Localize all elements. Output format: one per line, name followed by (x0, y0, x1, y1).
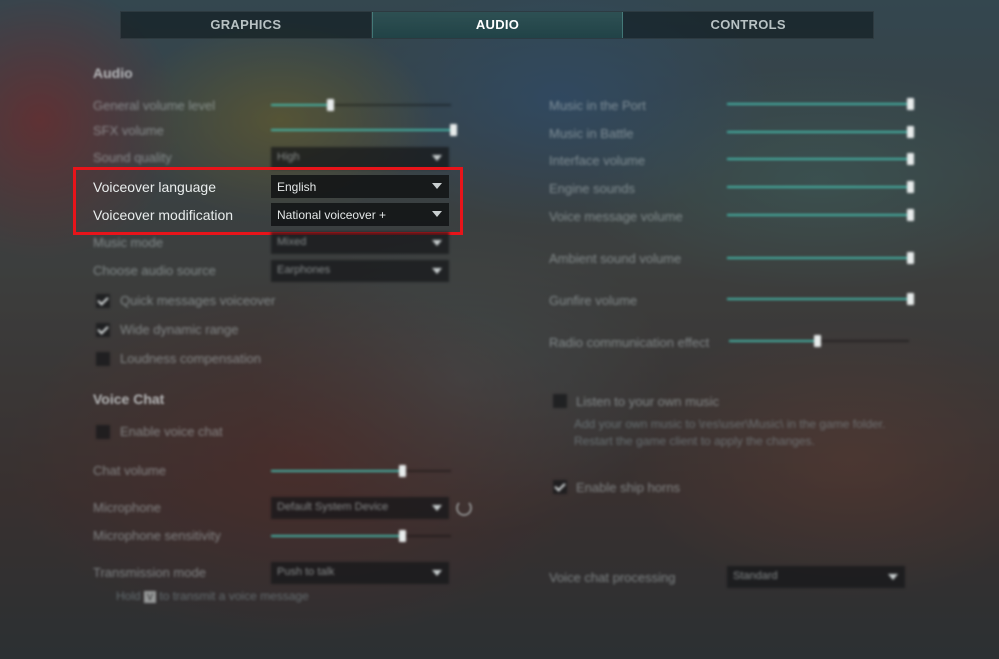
ambient-slider[interactable] (727, 252, 914, 264)
dropdown-value: Standard (733, 570, 778, 582)
quick-messages-label: Quick messages voiceover (120, 293, 276, 308)
mic-sensitivity-label: Microphone sensitivity (93, 528, 221, 543)
microphone-dropdown[interactable]: Default System Device (271, 497, 449, 519)
wide-dynamic-checkbox[interactable] (96, 323, 110, 337)
enable-voice-chat-checkbox[interactable] (96, 425, 110, 439)
own-music-label: Listen to your own music (576, 394, 720, 409)
hint-pre: Hold (116, 589, 141, 603)
wide-dynamic-label: Wide dynamic range (120, 322, 239, 337)
transmission-mode-dropdown[interactable]: Push to talk (271, 562, 449, 584)
voice-processing-label: Voice chat processing (549, 570, 676, 585)
gunfire-slider[interactable] (727, 293, 914, 305)
slider-handle[interactable] (450, 124, 457, 136)
slider-handle[interactable] (907, 153, 914, 165)
voice-message-slider[interactable] (727, 209, 914, 221)
voice-message-label: Voice message volume (549, 209, 683, 224)
music-battle-label: Music in Battle (549, 126, 634, 141)
radio-effect-slider[interactable] (729, 335, 909, 347)
own-music-checkbox[interactable] (553, 394, 567, 408)
slider-handle[interactable] (907, 98, 914, 110)
hint-post: to transmit a voice message (159, 589, 309, 603)
slider-handle[interactable] (907, 252, 914, 264)
gunfire-label: Gunfire volume (549, 293, 638, 308)
chevron-down-icon (888, 574, 898, 580)
slider-handle[interactable] (399, 530, 407, 542)
slider-handle[interactable] (399, 465, 407, 477)
dropdown-value: Push to talk (277, 566, 335, 578)
transmit-hint: Hold V to transmit a voice message (116, 588, 309, 605)
tab-audio[interactable]: AUDIO (371, 12, 624, 38)
engine-sounds-label: Engine sounds (549, 181, 636, 196)
music-mode-label: Music mode (93, 235, 164, 250)
ship-horns-label: Enable ship horns (576, 480, 681, 495)
dropdown-value: High (277, 151, 300, 163)
sfx-volume-slider[interactable] (271, 124, 457, 136)
interface-volume-slider[interactable] (727, 153, 914, 165)
slider-handle[interactable] (907, 293, 914, 305)
audio-source-label: Choose audio source (93, 263, 216, 278)
radio-effect-label: Radio communication effect (549, 335, 710, 350)
loudness-checkbox[interactable] (96, 352, 110, 366)
mic-sensitivity-slider[interactable] (271, 530, 451, 542)
key-v-icon: V (144, 590, 157, 603)
engine-sounds-slider[interactable] (727, 181, 914, 193)
chevron-down-icon (432, 240, 442, 246)
chat-volume-slider[interactable] (271, 465, 451, 477)
ambient-label: Ambient sound volume (549, 251, 682, 266)
tab-graphics[interactable]: GRAPHICS (121, 12, 372, 38)
dropdown-value: Default System Device (277, 501, 389, 513)
transmission-mode-label: Transmission mode (93, 565, 206, 580)
music-battle-slider[interactable] (727, 126, 914, 138)
loudness-label: Loudness compensation (120, 351, 261, 366)
dropdown-value: Mixed (277, 236, 307, 248)
slider-handle[interactable] (907, 209, 914, 221)
chat-volume-label: Chat volume (93, 463, 166, 478)
music-port-label: Music in the Port (549, 98, 646, 113)
audio-source-dropdown[interactable]: Earphones (271, 260, 449, 282)
slider-handle[interactable] (814, 335, 822, 347)
chevron-down-icon (432, 155, 442, 161)
general-volume-label: General volume level (93, 98, 216, 113)
tab-controls[interactable]: CONTROLS (623, 12, 873, 38)
music-port-slider[interactable] (727, 98, 914, 110)
dropdown-value: Earphones (277, 264, 331, 276)
general-volume-slider[interactable] (271, 99, 451, 111)
ship-horns-checkbox[interactable] (553, 480, 567, 494)
chevron-down-icon (432, 268, 442, 274)
interface-volume-label: Interface volume (549, 153, 646, 168)
refresh-icon[interactable] (456, 500, 472, 516)
sfx-volume-label: SFX volume (93, 123, 164, 138)
music-mode-dropdown[interactable]: Mixed (271, 232, 449, 254)
chevron-down-icon (432, 570, 442, 576)
audio-section-title: Audio (93, 65, 133, 81)
enable-voice-chat-label: Enable voice chat (120, 424, 223, 439)
own-music-hint: Add your own music to \res\user\Music\ i… (574, 417, 886, 448)
sound-quality-dropdown[interactable]: High (271, 147, 449, 169)
slider-handle[interactable] (907, 126, 914, 138)
sound-quality-label: Sound quality (93, 150, 172, 165)
settings-tabs: GRAPHICS AUDIO CONTROLS (120, 11, 874, 39)
chevron-down-icon (432, 505, 442, 511)
slider-handle[interactable] (907, 181, 914, 193)
quick-messages-checkbox[interactable] (96, 294, 110, 308)
voice-processing-dropdown[interactable]: Standard (727, 566, 905, 588)
voice-chat-section-title: Voice Chat (93, 391, 165, 407)
slider-handle[interactable] (327, 99, 335, 111)
highlight-box (73, 167, 463, 235)
microphone-label: Microphone (93, 500, 161, 515)
